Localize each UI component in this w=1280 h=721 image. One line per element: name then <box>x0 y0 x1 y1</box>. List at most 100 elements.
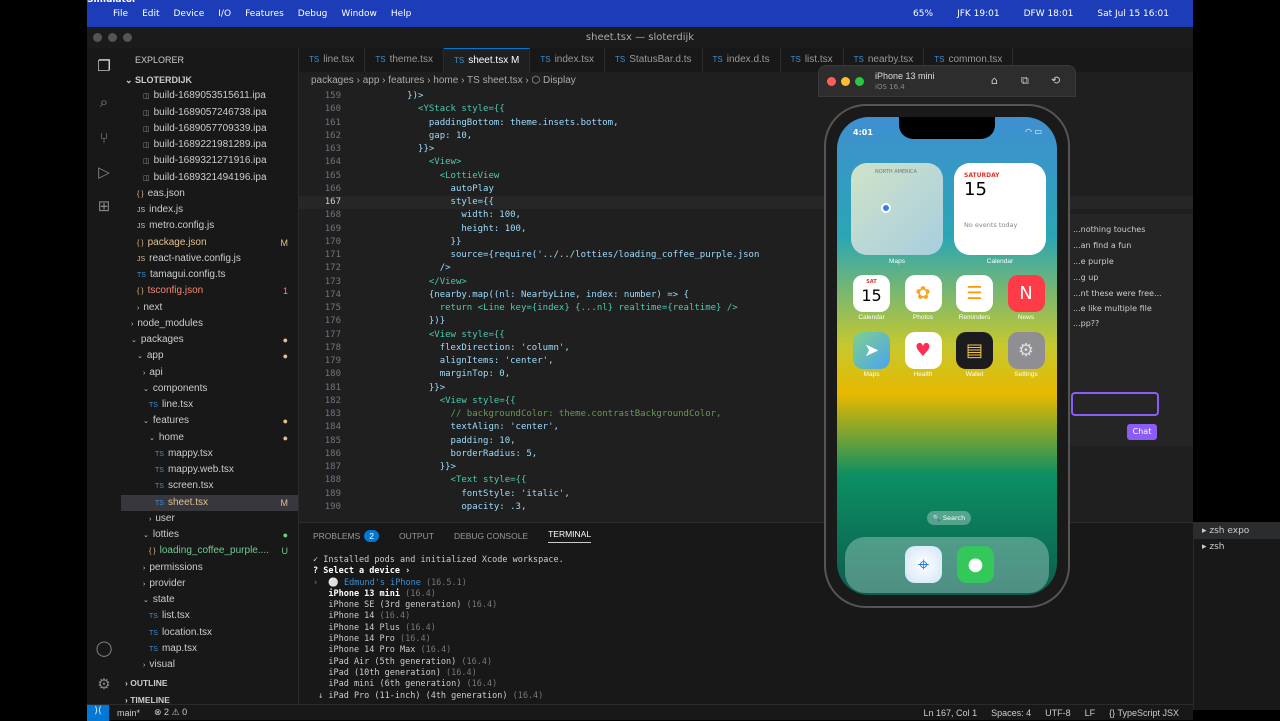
chat-button[interactable]: Chat <box>1127 424 1157 440</box>
panel-tab[interactable]: OUTPUT <box>399 531 434 541</box>
tree-item[interactable]: { } package.json M <box>121 235 298 251</box>
tree-item[interactable]: { } tsconfig.json 1 <box>121 283 298 299</box>
project-root[interactable]: ⌄ SLOTERDIJK <box>121 72 298 88</box>
tree-item[interactable]: TS line.tsx <box>121 397 298 413</box>
tree-item[interactable]: TS screen.tsx <box>121 478 298 494</box>
tree-item[interactable]: › api <box>121 365 298 381</box>
safari-icon[interactable]: ⌖ <box>905 546 942 583</box>
account-icon[interactable]: ◯ <box>94 638 114 658</box>
panel-tab[interactable]: TERMINAL <box>548 529 592 543</box>
messages-icon[interactable]: ● <box>957 546 994 583</box>
menu-item[interactable]: Help <box>391 9 412 19</box>
menu-item[interactable]: Debug <box>298 9 328 19</box>
tree-item[interactable]: ⌄ packages ● <box>121 332 298 348</box>
encoding[interactable]: UTF-8 <box>1045 708 1071 718</box>
editor-tab[interactable]: TS theme.tsx <box>365 48 444 72</box>
language-mode[interactable]: {} TypeScript JSX <box>1109 708 1179 718</box>
tree-item[interactable]: { } eas.json <box>121 186 298 202</box>
outline-section[interactable]: › OUTLINE <box>121 675 298 691</box>
run-debug-icon[interactable]: ▷ <box>94 162 114 182</box>
menu-item[interactable]: Window <box>341 9 377 19</box>
maps-app-icon[interactable]: ➤ <box>853 332 890 369</box>
eol[interactable]: LF <box>1085 708 1096 718</box>
settings-gear-icon[interactable]: ⚙ <box>94 674 114 694</box>
tree-item[interactable]: TS mappy.tsx <box>121 446 298 462</box>
tree-item[interactable]: TS tamagui.config.ts <box>121 267 298 283</box>
spotlight-search-pill[interactable]: 🔍 Search <box>927 511 971 525</box>
tree-item[interactable]: › permissions <box>121 560 298 576</box>
menu-item[interactable]: Device <box>174 9 205 19</box>
tree-item[interactable]: ◫ build-1689321271916.ipa <box>121 153 298 169</box>
tree-item[interactable]: TS sheet.tsx M <box>121 494 298 511</box>
tree-item[interactable]: ⌄ app ● <box>121 348 298 364</box>
indent-setting[interactable]: Spaces: 4 <box>991 708 1031 718</box>
tree-item[interactable]: TS location.tsx <box>121 625 298 641</box>
terminal-session[interactable]: ▸ zsh expo <box>1194 523 1280 539</box>
tree-item[interactable]: JS react-native.config.js <box>121 251 298 267</box>
minimize-icon[interactable] <box>108 33 117 42</box>
source-control-icon[interactable]: ⑂ <box>94 128 114 148</box>
code-text: <View style={{ <box>353 329 505 340</box>
tree-item[interactable]: ⌄ lotties ● <box>121 527 298 543</box>
chat-input[interactable] <box>1071 392 1159 416</box>
branch-indicator[interactable]: main* <box>117 708 140 718</box>
search-icon[interactable]: ⌕ <box>94 92 114 112</box>
tree-item[interactable]: ◫ build-1689053515611.ipa <box>121 88 298 104</box>
sim-minimize-icon[interactable] <box>841 77 850 86</box>
close-icon[interactable] <box>93 33 102 42</box>
menu-item[interactable]: Features <box>245 9 284 19</box>
tree-item[interactable]: ⌄ components <box>121 381 298 397</box>
settings-icon[interactable]: ⚙ <box>1007 332 1045 369</box>
tree-item[interactable]: › node_modules <box>121 316 298 332</box>
editor-tab[interactable]: TS line.tsx <box>299 48 366 72</box>
photos-icon[interactable]: ✿ <box>904 275 942 312</box>
news-icon[interactable]: N <box>1007 275 1045 312</box>
tree-item[interactable]: TS map.tsx <box>121 641 298 657</box>
tree-item[interactable]: { } loading_coffee_purple.... U <box>121 543 298 559</box>
extensions-icon[interactable]: ⊞ <box>94 196 114 216</box>
battery-label[interactable]: 65% <box>913 9 933 19</box>
tree-item[interactable]: › user <box>121 511 298 527</box>
tree-item[interactable]: › provider <box>121 576 298 592</box>
tree-item[interactable]: › visual <box>121 657 298 673</box>
menu-item[interactable]: Edit <box>142 9 159 19</box>
tree-item[interactable]: › next <box>121 300 298 316</box>
tree-item[interactable]: ⌄ home ● <box>121 430 298 446</box>
reminders-icon[interactable]: ☰ <box>956 275 993 312</box>
zoom-icon[interactable] <box>123 33 132 42</box>
tree-item[interactable]: ⌄ features ● <box>121 413 298 429</box>
tree-item[interactable]: ◫ build-1689321494196.ipa <box>121 170 298 186</box>
panel-tab[interactable]: PROBLEMS 2 <box>313 530 379 542</box>
tree-item[interactable]: ◫ build-1689057709339.ipa <box>121 121 298 137</box>
editor-tab[interactable]: TS StatusBar.d.ts <box>605 48 703 72</box>
sim-close-icon[interactable] <box>827 77 836 86</box>
problems-indicator[interactable]: ⊗ 2 ⚠ 0 <box>154 707 187 718</box>
tree-item[interactable]: JS metro.config.js <box>121 218 298 234</box>
editor-tab[interactable]: TS sheet.tsx M <box>443 48 531 72</box>
iphone-screen[interactable]: 4:01 ◠ ▭ NORTH AMERICA Maps SATURDAY 15 … <box>837 117 1057 595</box>
rotate-icon[interactable]: ⟲ <box>1051 74 1060 87</box>
remote-indicator-icon[interactable]: ⟩⟨ <box>87 704 109 721</box>
tree-item[interactable]: ◫ build-1689221981289.ipa <box>121 137 298 153</box>
wallet-icon[interactable]: ▤ <box>956 332 993 369</box>
cursor-position[interactable]: Ln 167, Col 1 <box>924 708 978 718</box>
calendar-widget[interactable]: SATURDAY 15 No events today <box>954 163 1046 255</box>
home-icon[interactable]: ⌂ <box>991 74 998 87</box>
editor-tab[interactable]: TS index.tsx <box>530 48 606 72</box>
tree-item[interactable]: TS mappy.web.tsx <box>121 462 298 478</box>
tree-item[interactable]: ◫ build-1689057246738.ipa <box>121 105 298 121</box>
tree-item[interactable]: TS list.tsx <box>121 608 298 624</box>
terminal-session[interactable]: ▸ zsh <box>1194 539 1280 555</box>
datetime[interactable]: Sat Jul 15 16:01 <box>1097 9 1169 19</box>
screenshot-icon[interactable]: ⧉ <box>1021 74 1029 88</box>
editor-tab[interactable]: TS index.d.ts <box>703 48 781 72</box>
maps-widget[interactable]: NORTH AMERICA <box>851 163 943 255</box>
calendar-app-icon[interactable]: SAT 15 <box>853 275 890 312</box>
panel-tab[interactable]: DEBUG CONSOLE <box>454 531 528 541</box>
tree-item[interactable]: ⌄ state <box>121 592 298 608</box>
health-icon[interactable]: ♥ <box>904 332 942 369</box>
menu-item[interactable]: I/O <box>218 9 231 19</box>
explorer-icon[interactable]: ❐ <box>94 56 114 76</box>
sim-zoom-icon[interactable] <box>855 77 864 86</box>
tree-item[interactable]: JS index.js <box>121 202 298 218</box>
